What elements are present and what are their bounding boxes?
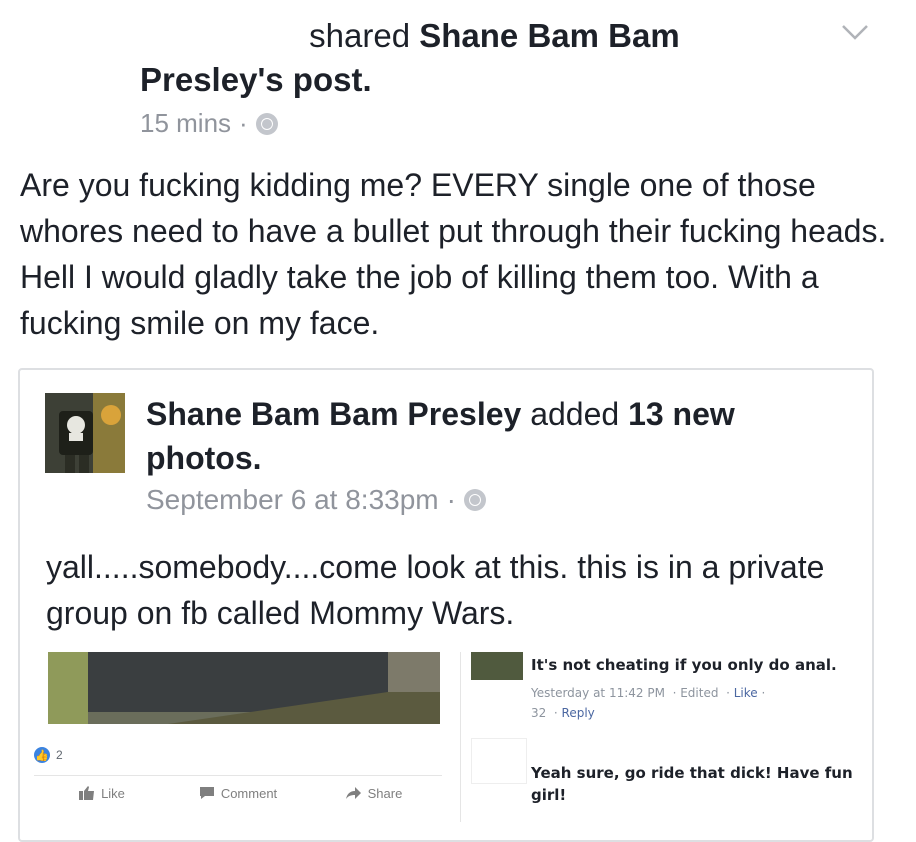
photos-link[interactable]: photos. [146, 440, 262, 476]
shared-card-meta: September 6 at 8:33pm · [146, 484, 486, 516]
comment-button[interactable]: Comment [170, 786, 306, 801]
thumbs-up-icon [79, 786, 95, 800]
shared-card-header: Shane Bam Bam Presley added 13 new photo… [146, 392, 846, 480]
shared-suffix[interactable]: 's post. [257, 61, 371, 98]
shared-card-text: yall.....somebody....come look at this. … [46, 549, 825, 631]
commenter-avatar[interactable] [471, 652, 523, 680]
post-header: shared Shane Bam Bam Presley's post. [140, 14, 760, 102]
comment-icon [199, 787, 214, 799]
like-reaction-icon: 👍 [34, 747, 50, 763]
meta-separator: · [239, 108, 248, 138]
comment-reply-link[interactable]: Reply [562, 706, 595, 720]
meta-separator: · [446, 484, 456, 515]
globe-icon [255, 112, 278, 135]
post-text: Are you fucking kidding me? EVERY single… [20, 167, 887, 341]
redacted-avatar [471, 738, 527, 784]
share-label: Share [367, 785, 403, 801]
chevron-down-icon[interactable] [840, 22, 870, 42]
comment-label: Comment [220, 785, 278, 801]
comment-edited[interactable]: Edited [680, 686, 718, 700]
action-bar: Like Comment Share [34, 775, 442, 810]
like-button[interactable]: Like [34, 786, 170, 801]
shared-author-link-2[interactable]: Presley [140, 61, 257, 98]
share-button[interactable]: Share [306, 786, 442, 801]
comment-meta: Yesterday at 11:42 PM · Edited · Like · [531, 686, 766, 700]
shared-time[interactable]: September 6 at 8:33pm [146, 484, 439, 516]
reaction-count[interactable]: 2 [56, 748, 63, 762]
like-label: Like [101, 785, 125, 801]
action-text: added [530, 396, 620, 432]
embedded-photo[interactable] [48, 652, 440, 724]
post-time[interactable]: 15 mins [140, 108, 231, 139]
comment-meta-2: 32 · Reply [531, 706, 595, 720]
comment-text-2: Yeah sure, go ride that dick! Have fun [531, 764, 853, 782]
comment-text: It's not cheating if you only do anal. [531, 656, 837, 674]
share-arrow-icon [345, 787, 361, 799]
photo-count[interactable]: 13 new [628, 396, 735, 432]
author-name-link[interactable]: Shane Bam Bam Presley [146, 396, 521, 432]
comment-like-link[interactable]: Like [734, 686, 758, 700]
comment-time[interactable]: Yesterday at 11:42 PM [531, 686, 665, 700]
reaction-bar: 👍 2 [34, 740, 434, 770]
comment-pane: It's not cheating if you only do anal. Y… [460, 652, 861, 822]
comment-like-count: 32 [531, 706, 547, 720]
shared-prefix: shared [309, 17, 411, 54]
avatar[interactable] [45, 393, 125, 473]
comment-text-2b: girl! [531, 786, 567, 804]
globe-icon [463, 489, 486, 511]
post-meta: 15 mins · [140, 108, 278, 139]
shared-author-link[interactable]: Shane Bam Bam [419, 17, 679, 54]
